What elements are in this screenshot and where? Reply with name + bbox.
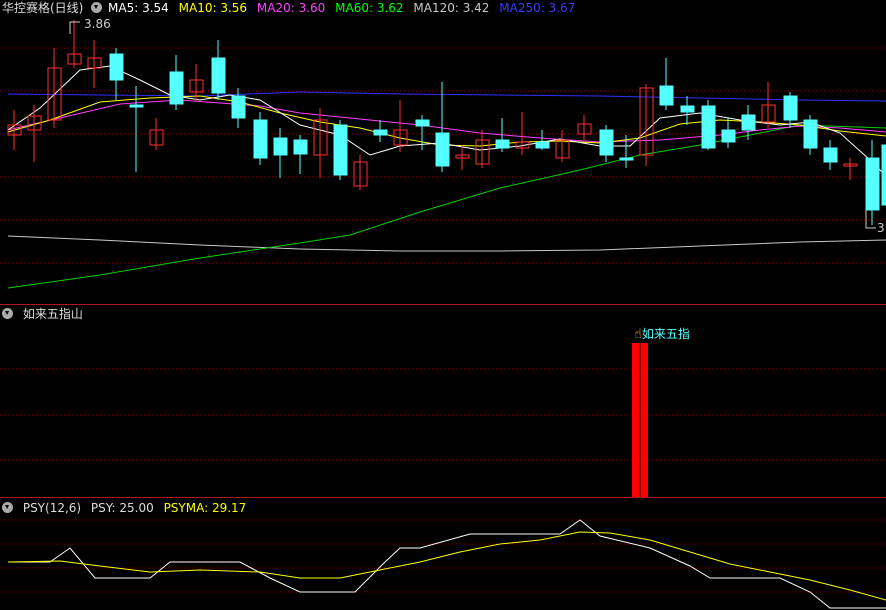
signal-marker: ☝如来五指 [634, 326, 690, 342]
rulai-chart[interactable] [0, 305, 886, 497]
ma250-line [7, 91, 886, 102]
chevron-down-icon[interactable] [2, 308, 13, 319]
candle-body [783, 95, 798, 121]
ma120-line [7, 235, 886, 252]
ma10-label: MA10: 3.56 [178, 1, 248, 15]
candle-body [273, 137, 288, 156]
candle-body [211, 57, 226, 94]
candle-body [701, 105, 716, 149]
high-price-label: 3.86 [84, 17, 111, 31]
candle-body [435, 132, 450, 167]
candle-body [535, 141, 550, 149]
candle-body [659, 85, 674, 106]
psyma-value: PSYMA: 29.17 [163, 501, 247, 515]
ma5-label: MA5: 3.54 [108, 1, 169, 15]
ma20-label: MA20: 3.60 [256, 1, 326, 15]
candle-body [333, 124, 348, 176]
candle-body [109, 53, 124, 81]
candle-body [680, 105, 695, 113]
rulai-panel-header: 如来五指山 [0, 306, 89, 322]
candle-body [373, 129, 388, 136]
psy-panel-header: PSY(12,6) PSY: 25.00 PSYMA: 29.17 [0, 500, 252, 516]
price-panel[interactable]: 华控赛格(日线) MA5: 3.54 MA10: 3.56 MA20: 3.60… [0, 0, 886, 304]
candle-body [803, 119, 818, 149]
candle-body [129, 104, 144, 108]
candle-body [495, 139, 510, 149]
candle-body [253, 119, 268, 159]
stock-title: 华控赛格(日线) [2, 1, 84, 15]
candle-body [823, 147, 838, 163]
psyma-line [7, 531, 886, 601]
chevron-down-icon[interactable] [2, 502, 13, 513]
ma60-label: MA60: 3.62 [335, 1, 404, 15]
low-marker [865, 210, 876, 229]
pointer-hand-icon: ☝ [634, 327, 642, 342]
candle-body [619, 157, 634, 161]
chevron-down-icon[interactable] [91, 2, 103, 13]
ma120-label: MA120: 3.42 [413, 1, 490, 15]
ma250-label: MA250: 3.67 [499, 1, 576, 15]
candle-body [721, 129, 736, 143]
candle-body [415, 119, 430, 127]
candle-body [231, 95, 246, 119]
low-price-label: 3 [877, 221, 885, 235]
high-marker [69, 21, 80, 34]
psy-panel[interactable]: PSY(12,6) PSY: 25.00 PSYMA: 29.17 [0, 498, 886, 610]
psy-title: PSY(12,6) [22, 501, 82, 515]
signal-label: 如来五指 [641, 327, 690, 341]
candle-body [599, 129, 614, 156]
psy-line [8, 519, 886, 609]
candle-body [865, 157, 880, 211]
psy-value: PSY: 25.00 [90, 501, 154, 515]
candlestick-chart[interactable] [0, 0, 886, 304]
price-panel-header: 华控赛格(日线) MA5: 3.54 MA10: 3.56 MA20: 3.60… [0, 0, 581, 16]
rulai-title: 如来五指山 [22, 307, 83, 321]
candle-body [293, 139, 308, 155]
rulai-panel[interactable]: 如来五指山 ☝如来五指 [0, 305, 886, 497]
candle-body [881, 144, 886, 206]
candle-body [741, 114, 756, 131]
candle-body [169, 71, 184, 105]
